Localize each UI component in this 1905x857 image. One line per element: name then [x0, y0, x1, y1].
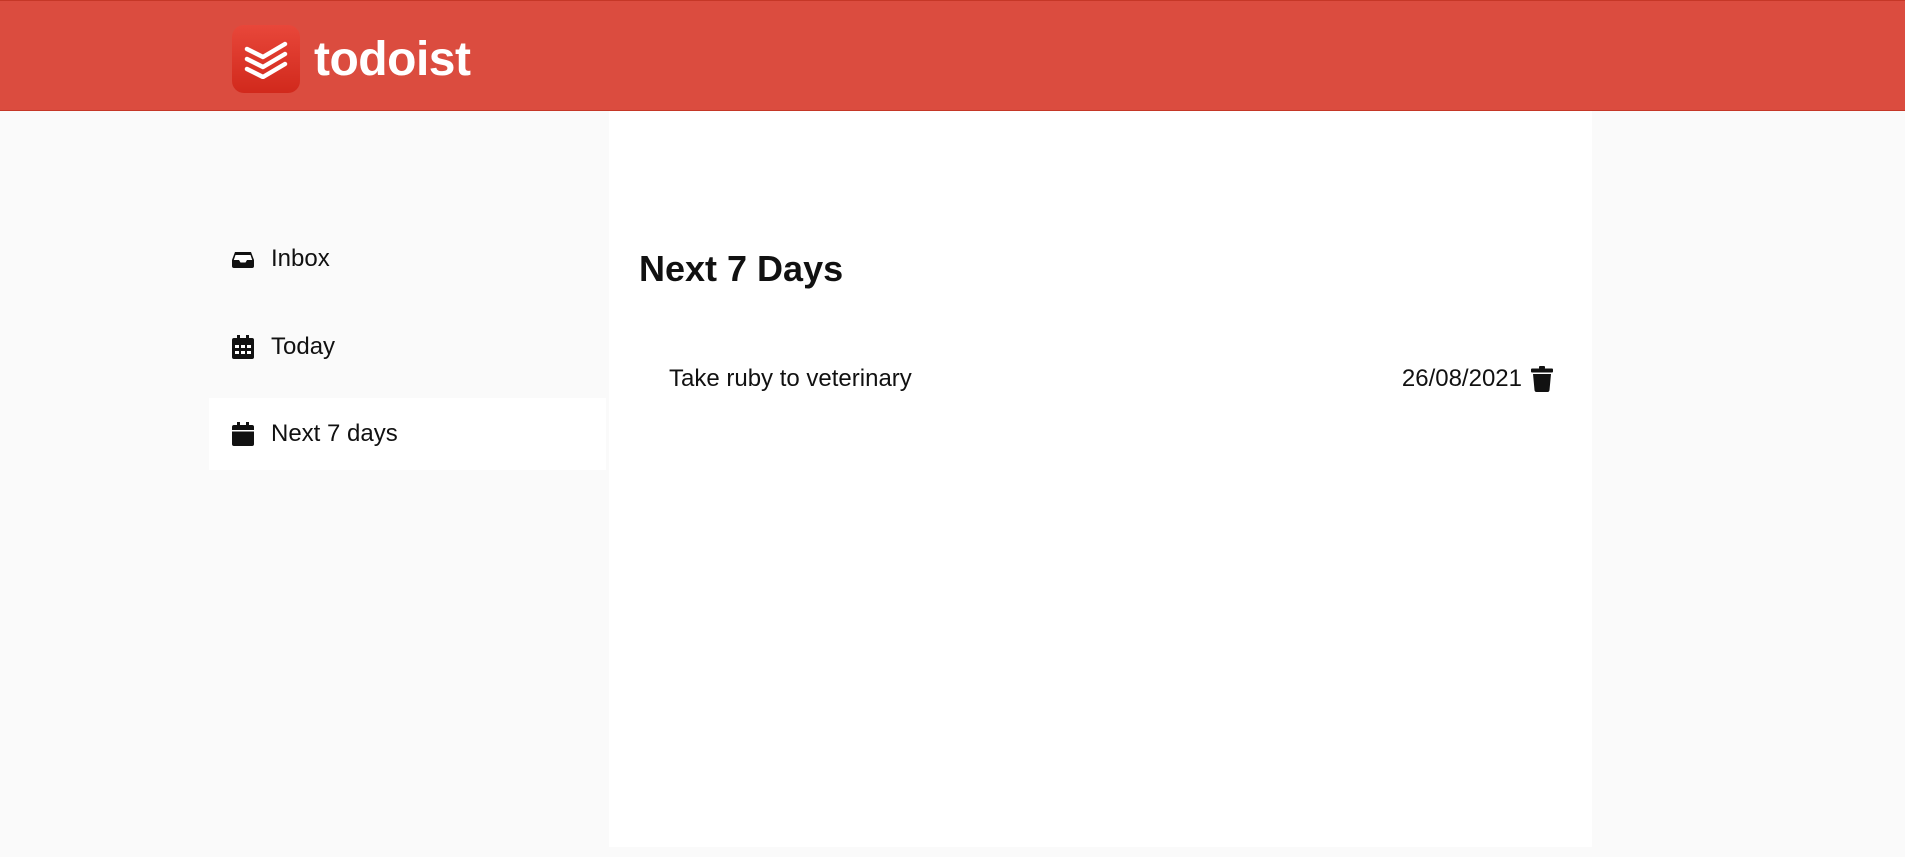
- task-item[interactable]: Take ruby to veterinary 26/08/2021: [639, 347, 1554, 417]
- inbox-icon: [231, 247, 255, 271]
- calendar-icon: [231, 422, 255, 446]
- sidebar-item-label: Today: [271, 333, 336, 360]
- sidebar-item-inbox[interactable]: Inbox: [209, 223, 606, 295]
- task-meta: 26/08/2021: [1402, 365, 1554, 393]
- page-title: Next 7 Days: [639, 248, 844, 289]
- sidebar-item-next-7-days[interactable]: Next 7 days: [209, 398, 606, 470]
- main-content: Next 7 Days Take ruby to veterinary 26/0…: [609, 111, 1592, 847]
- sidebar: Inbox Today Next 7 days: [209, 111, 606, 857]
- app-name: todoist: [314, 32, 471, 86]
- sidebar-item-label: Inbox: [271, 245, 330, 272]
- task-due-date: 26/08/2021: [1401, 365, 1522, 392]
- trash-icon[interactable]: [1530, 365, 1554, 393]
- todoist-logo-icon: [232, 25, 300, 93]
- task-name: Take ruby to veterinary: [669, 365, 912, 392]
- sidebar-item-today[interactable]: Today: [209, 311, 606, 383]
- calendar-grid-icon: [231, 335, 255, 359]
- app-logo[interactable]: todoist: [232, 25, 471, 93]
- sidebar-item-label: Next 7 days: [271, 420, 398, 447]
- app-header: todoist: [0, 0, 1905, 111]
